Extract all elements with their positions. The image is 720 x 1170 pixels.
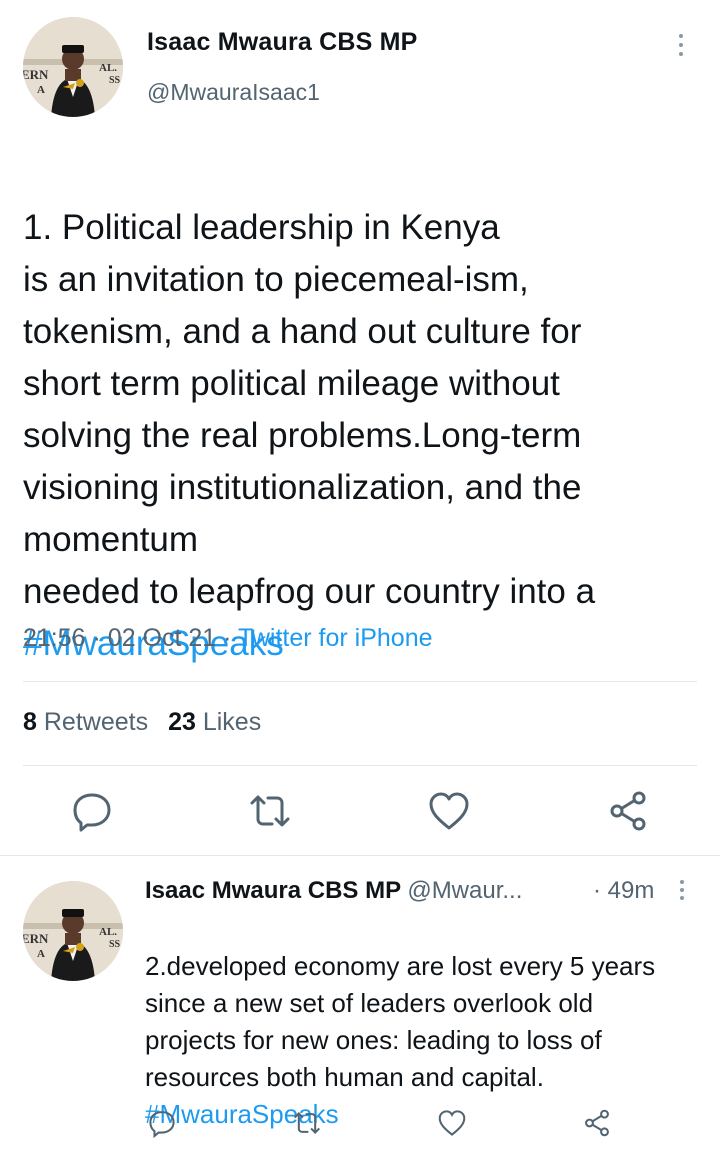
- reply-timestamp[interactable]: · 49m: [593, 877, 654, 905]
- retweet-icon: [250, 795, 290, 827]
- retweets-count: 8: [23, 708, 37, 736]
- thread-separator: [0, 855, 720, 856]
- reply-author-line[interactable]: Isaac Mwaura CBS MP @Mwaur...: [145, 877, 522, 905]
- likes-label: Likes: [202, 708, 262, 736]
- svg-text:A: A: [37, 948, 45, 960]
- reply-icon: [149, 1111, 175, 1139]
- reply-author-avatar[interactable]: ERN A AL. SS: [23, 881, 123, 981]
- like-icon: [429, 792, 469, 830]
- reply-tweet-body: 2.developed economy are lost every 5 yea…: [145, 951, 656, 1092]
- author-handle[interactable]: @MwauraIsaac1: [147, 79, 320, 106]
- svg-text:ERN: ERN: [23, 67, 49, 82]
- author-name[interactable]: Isaac Mwaura CBS MP: [147, 28, 418, 57]
- reply-tweet-text: 2.developed economy are lost every 5 yea…: [145, 911, 705, 1170]
- retweets-label: Retweets: [43, 708, 149, 736]
- tweet-body: 1. Political leadership in Kenya is an i…: [23, 208, 596, 611]
- reply-hashtag-link[interactable]: #MwauraSpeaks: [145, 1096, 705, 1133]
- meta-separator: ·: [223, 624, 232, 652]
- share-icon: [610, 791, 646, 831]
- tweet-source-link[interactable]: Twitter for iPhone: [238, 624, 433, 652]
- svg-text:AL.: AL.: [99, 62, 117, 74]
- share-button[interactable]: [606, 789, 650, 833]
- likes-count: 23: [168, 708, 196, 736]
- reply-retweet-button[interactable]: [292, 1108, 322, 1138]
- reply-reply-button[interactable]: [147, 1108, 177, 1139]
- svg-text:ERN: ERN: [23, 931, 49, 946]
- reply-author-handle: @Mwaur...: [407, 877, 523, 904]
- svg-text:SS: SS: [109, 939, 121, 950]
- likes-stat[interactable]: 23 Likes: [168, 708, 261, 736]
- meta-separator: ·: [92, 624, 101, 652]
- svg-text:A: A: [37, 84, 45, 96]
- share-icon: [585, 1109, 609, 1137]
- reply-icon: [73, 793, 111, 832]
- svg-text:SS: SS: [109, 75, 121, 86]
- more-options-icon[interactable]: [671, 34, 691, 60]
- reply-like-button[interactable]: [437, 1108, 467, 1138]
- divider: [23, 681, 697, 682]
- tweet-time: 21:56: [23, 624, 86, 652]
- reply-author-name: Isaac Mwaura CBS MP: [145, 877, 401, 904]
- like-icon: [438, 1110, 466, 1136]
- tweet-stats: 8 Retweets 23 Likes: [23, 708, 261, 737]
- like-button[interactable]: [427, 789, 471, 833]
- reply-share-button[interactable]: [582, 1108, 612, 1138]
- author-avatar[interactable]: ERN A AL. SS: [23, 17, 123, 117]
- tweet-meta: 21:56 · 02 Oct 21 · Twitter for iPhone: [23, 624, 433, 653]
- reply-button[interactable]: [70, 789, 114, 833]
- reply-more-options-icon[interactable]: [676, 880, 688, 904]
- svg-text:AL.: AL.: [99, 926, 117, 938]
- retweet-icon: [294, 1112, 320, 1134]
- retweet-button[interactable]: [248, 789, 292, 833]
- tweet-date: 02 Oct 21: [107, 624, 217, 652]
- divider: [23, 765, 697, 766]
- retweets-stat[interactable]: 8 Retweets: [23, 708, 148, 736]
